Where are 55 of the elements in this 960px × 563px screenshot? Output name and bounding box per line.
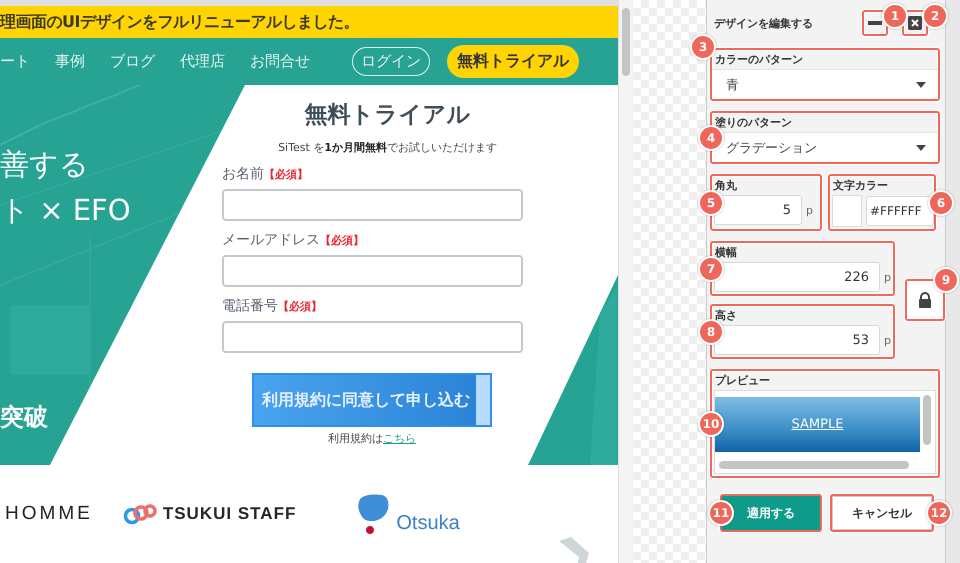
nav-link[interactable]: お問合せ: [250, 52, 310, 71]
scrollbar-thumb[interactable]: [719, 461, 909, 469]
rings-icon: [122, 503, 157, 525]
terms-text: 利用規約は: [328, 432, 383, 445]
hero-heading: 善する: [0, 146, 90, 183]
nav-link[interactable]: 代理店: [180, 52, 225, 71]
lock-icon: [918, 292, 932, 308]
input-field[interactable]: [222, 321, 523, 353]
required-mark: 【必須】: [278, 299, 322, 314]
callout-badge: 1: [882, 3, 908, 29]
callout-badge: 3: [690, 34, 716, 60]
logo-wordmark: TSUKUI STAFF: [162, 504, 296, 524]
panel-title: デザインを編集する: [713, 16, 814, 30]
input-field[interactable]: [222, 189, 523, 221]
cancel-button[interactable]: キャンセル: [832, 496, 932, 530]
unit-label: p: [806, 204, 813, 216]
logo-wordmark: Otsuka: [396, 512, 460, 534]
hero-heading: ト × EFO: [0, 192, 132, 229]
terms-link[interactable]: こちら: [383, 432, 416, 445]
field-label: プレビュー: [714, 373, 771, 389]
nav-link[interactable]: 事例: [55, 52, 85, 71]
scrollbar-thumb[interactable]: [622, 8, 630, 76]
form-title: 無料トライアル: [303, 101, 472, 130]
field-label: メールアドレス: [222, 231, 320, 249]
number-field[interactable]: 53: [714, 325, 880, 355]
hero-tagline: 突破: [0, 402, 49, 433]
submit-button[interactable]: 利用規約に同意して申し込む: [252, 373, 492, 427]
trial-button[interactable]: 無料トライアル: [447, 45, 579, 78]
callout-badge: 11: [708, 500, 734, 526]
field-label: 電話番号: [222, 297, 278, 315]
close-icon: [908, 16, 922, 30]
unit-label: p: [884, 334, 891, 346]
drop-icon: [356, 493, 390, 535]
number-field[interactable]: 226: [714, 262, 880, 292]
caret-icon: [916, 82, 926, 88]
input-field[interactable]: [222, 255, 523, 287]
scrollbar-thumb[interactable]: [923, 395, 931, 445]
required-mark: 【必須】: [264, 167, 308, 182]
callout-badge: 2: [922, 3, 948, 29]
number-field[interactable]: 5: [714, 195, 802, 225]
minimize-icon: [868, 21, 882, 25]
caret-icon: [916, 144, 926, 150]
logo-wordmark: HOMME: [5, 503, 93, 525]
unit-label: p: [884, 270, 891, 284]
nav-link[interactable]: ブログ: [110, 52, 155, 71]
field-label: 文字カラー: [832, 178, 889, 194]
field-label: お名前: [222, 165, 264, 183]
field-label: カラーのパターン: [714, 52, 804, 68]
required-mark: 【必須】: [320, 233, 364, 248]
dropdown[interactable]: 青: [712, 69, 938, 99]
color-swatch[interactable]: [832, 195, 862, 227]
color-field[interactable]: #FFFFFF: [866, 196, 934, 226]
nav-link[interactable]: ート: [0, 52, 30, 71]
form-subtitle: SiTest を1か月間無料でお試しいただけます: [277, 140, 498, 155]
login-button[interactable]: ログイン: [352, 47, 430, 76]
